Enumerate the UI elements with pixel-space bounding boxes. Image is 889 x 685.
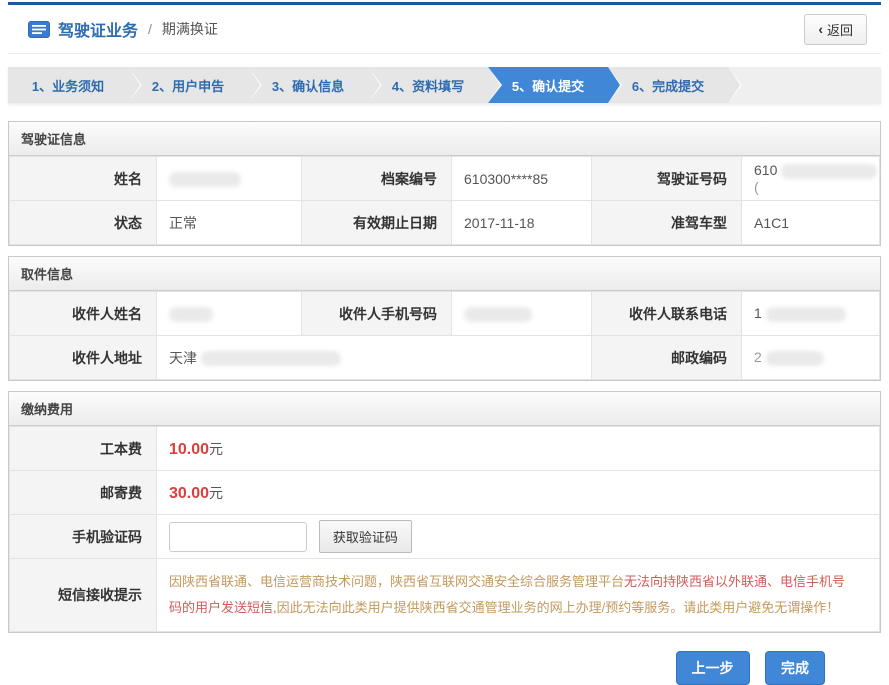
fees-table: 工本费 10.00元 邮寄费 30.00元 手机验证码 获取验证码 短信接收提 [9, 426, 880, 632]
step-bar-filler [728, 67, 881, 103]
expiry-label: 有效期止日期 [302, 201, 452, 245]
name-value [157, 157, 302, 201]
pickup-info-table: 收件人姓名 收件人手机号码 收件人联系电话 1 收件人地址 天津 邮政编码 2 [9, 291, 880, 380]
step-tab-4[interactable]: 4、资料填写 [368, 67, 488, 103]
license-no-label: 驾驶证号码 [592, 157, 742, 201]
table-row: 状态 正常 有效期止日期 2017-11-18 准驾车型 A1C1 [10, 201, 880, 245]
recipient-tel-value: 1 [742, 292, 880, 336]
postcode-value: 2 [742, 336, 880, 380]
license-info-title: 驾驶证信息 [9, 122, 880, 156]
recipient-name-value [157, 292, 302, 336]
redacted-recipient-tel [766, 307, 846, 322]
postcode-label: 邮政编码 [592, 336, 742, 380]
recipient-tel-label: 收件人联系电话 [592, 292, 742, 336]
back-button-label: 返回 [827, 20, 853, 39]
page-header: 驾驶证业务 / 期满换证 ‹ 返回 [8, 2, 881, 54]
redacted-recipient-mobile [464, 307, 532, 322]
finish-button[interactable]: 完成 [765, 651, 825, 685]
postage-fee-label: 邮寄费 [10, 471, 157, 515]
address-value: 天津 [157, 336, 592, 380]
redacted-address [201, 351, 341, 366]
production-fee-amount: 10.00 [169, 441, 209, 458]
step-tab-2[interactable]: 2、用户申告 [128, 67, 248, 103]
license-info-panel: 驾驶证信息 姓名 档案编号 610300****85 驾驶证号码 610 ( 状… [8, 121, 881, 246]
pickup-info-panel: 取件信息 收件人姓名 收件人手机号码 收件人联系电话 1 收件人地址 天津 [8, 256, 881, 381]
step-tab-5-active[interactable]: 5、确认提交 [488, 67, 608, 103]
breadcrumb: 驾驶证业务 / 期满换证 [28, 17, 218, 41]
step-tab-3[interactable]: 3、确认信息 [248, 67, 368, 103]
file-no-value: 610300****85 [452, 157, 592, 201]
sms-notice-label: 短信接收提示 [10, 559, 157, 632]
redacted-recipient-name [169, 307, 213, 322]
recipient-mobile-value [452, 292, 592, 336]
postage-fee-amount: 30.00 [169, 485, 209, 502]
expiry-value: 2017-11-18 [452, 201, 592, 245]
address-label: 收件人地址 [10, 336, 157, 380]
redacted-postcode [766, 351, 824, 366]
vehicle-class-label: 准驾车型 [592, 201, 742, 245]
production-fee-label: 工本费 [10, 427, 157, 471]
step-tab-1[interactable]: 1、业务须知 [8, 67, 128, 103]
redacted-name [169, 172, 241, 187]
production-fee-value: 10.00元 [157, 427, 880, 471]
table-row: 手机验证码 获取验证码 [10, 515, 880, 559]
fees-title: 缴纳费用 [9, 392, 880, 426]
license-no-value: 610 ( [742, 157, 880, 201]
recipient-name-label: 收件人姓名 [10, 292, 157, 336]
sms-code-input[interactable] [169, 522, 307, 552]
get-code-button[interactable]: 获取验证码 [319, 520, 412, 553]
breadcrumb-separator: / [148, 21, 152, 37]
vehicle-class-value: A1C1 [742, 201, 880, 245]
license-info-table: 姓名 档案编号 610300****85 驾驶证号码 610 ( 状态 正常 有… [9, 156, 880, 245]
sms-code-label: 手机验证码 [10, 515, 157, 559]
license-list-icon [28, 21, 50, 38]
step-tab-6[interactable]: 6、完成提交 [608, 67, 728, 103]
status-value: 正常 [157, 201, 302, 245]
page-subtitle: 期满换证 [162, 19, 218, 39]
back-button[interactable]: ‹ 返回 [804, 14, 867, 45]
recipient-mobile-label: 收件人手机号码 [302, 292, 452, 336]
back-chevron-icon: ‹ [818, 22, 823, 36]
table-row: 收件人地址 天津 邮政编码 2 [10, 336, 880, 380]
file-no-label: 档案编号 [302, 157, 452, 201]
footer-actions: 上一步 完成 [8, 651, 881, 685]
table-row: 收件人姓名 收件人手机号码 收件人联系电话 1 [10, 292, 880, 336]
name-label: 姓名 [10, 157, 157, 201]
table-row: 短信接收提示 因陕西省联通、电信运营商技术问题，陕西省互联网交通安全综合服务管理… [10, 559, 880, 632]
pickup-info-title: 取件信息 [9, 257, 880, 291]
postage-fee-value: 30.00元 [157, 471, 880, 515]
sms-notice-text: 因陕西省联通、电信运营商技术问题，陕西省互联网交通安全综合服务管理平台无法向持陕… [169, 569, 855, 621]
previous-step-button[interactable]: 上一步 [676, 651, 750, 685]
table-row: 姓名 档案编号 610300****85 驾驶证号码 610 ( [10, 157, 880, 201]
fees-panel: 缴纳费用 工本费 10.00元 邮寄费 30.00元 手机验证码 获取验证码 [8, 391, 881, 633]
sms-code-cell: 获取验证码 [157, 515, 880, 559]
page: 驾驶证业务 / 期满换证 ‹ 返回 1、业务须知 2、用户申告 3、确认信息 4… [0, 0, 889, 685]
step-wizard: 1、业务须知 2、用户申告 3、确认信息 4、资料填写 5、确认提交 6、完成提… [8, 67, 881, 103]
table-row: 工本费 10.00元 [10, 427, 880, 471]
page-title: 驾驶证业务 [58, 17, 138, 41]
table-row: 邮寄费 30.00元 [10, 471, 880, 515]
status-label: 状态 [10, 201, 157, 245]
sms-notice-cell: 因陕西省联通、电信运营商技术问题，陕西省互联网交通安全综合服务管理平台无法向持陕… [157, 559, 880, 632]
redacted-license-no [781, 164, 877, 179]
